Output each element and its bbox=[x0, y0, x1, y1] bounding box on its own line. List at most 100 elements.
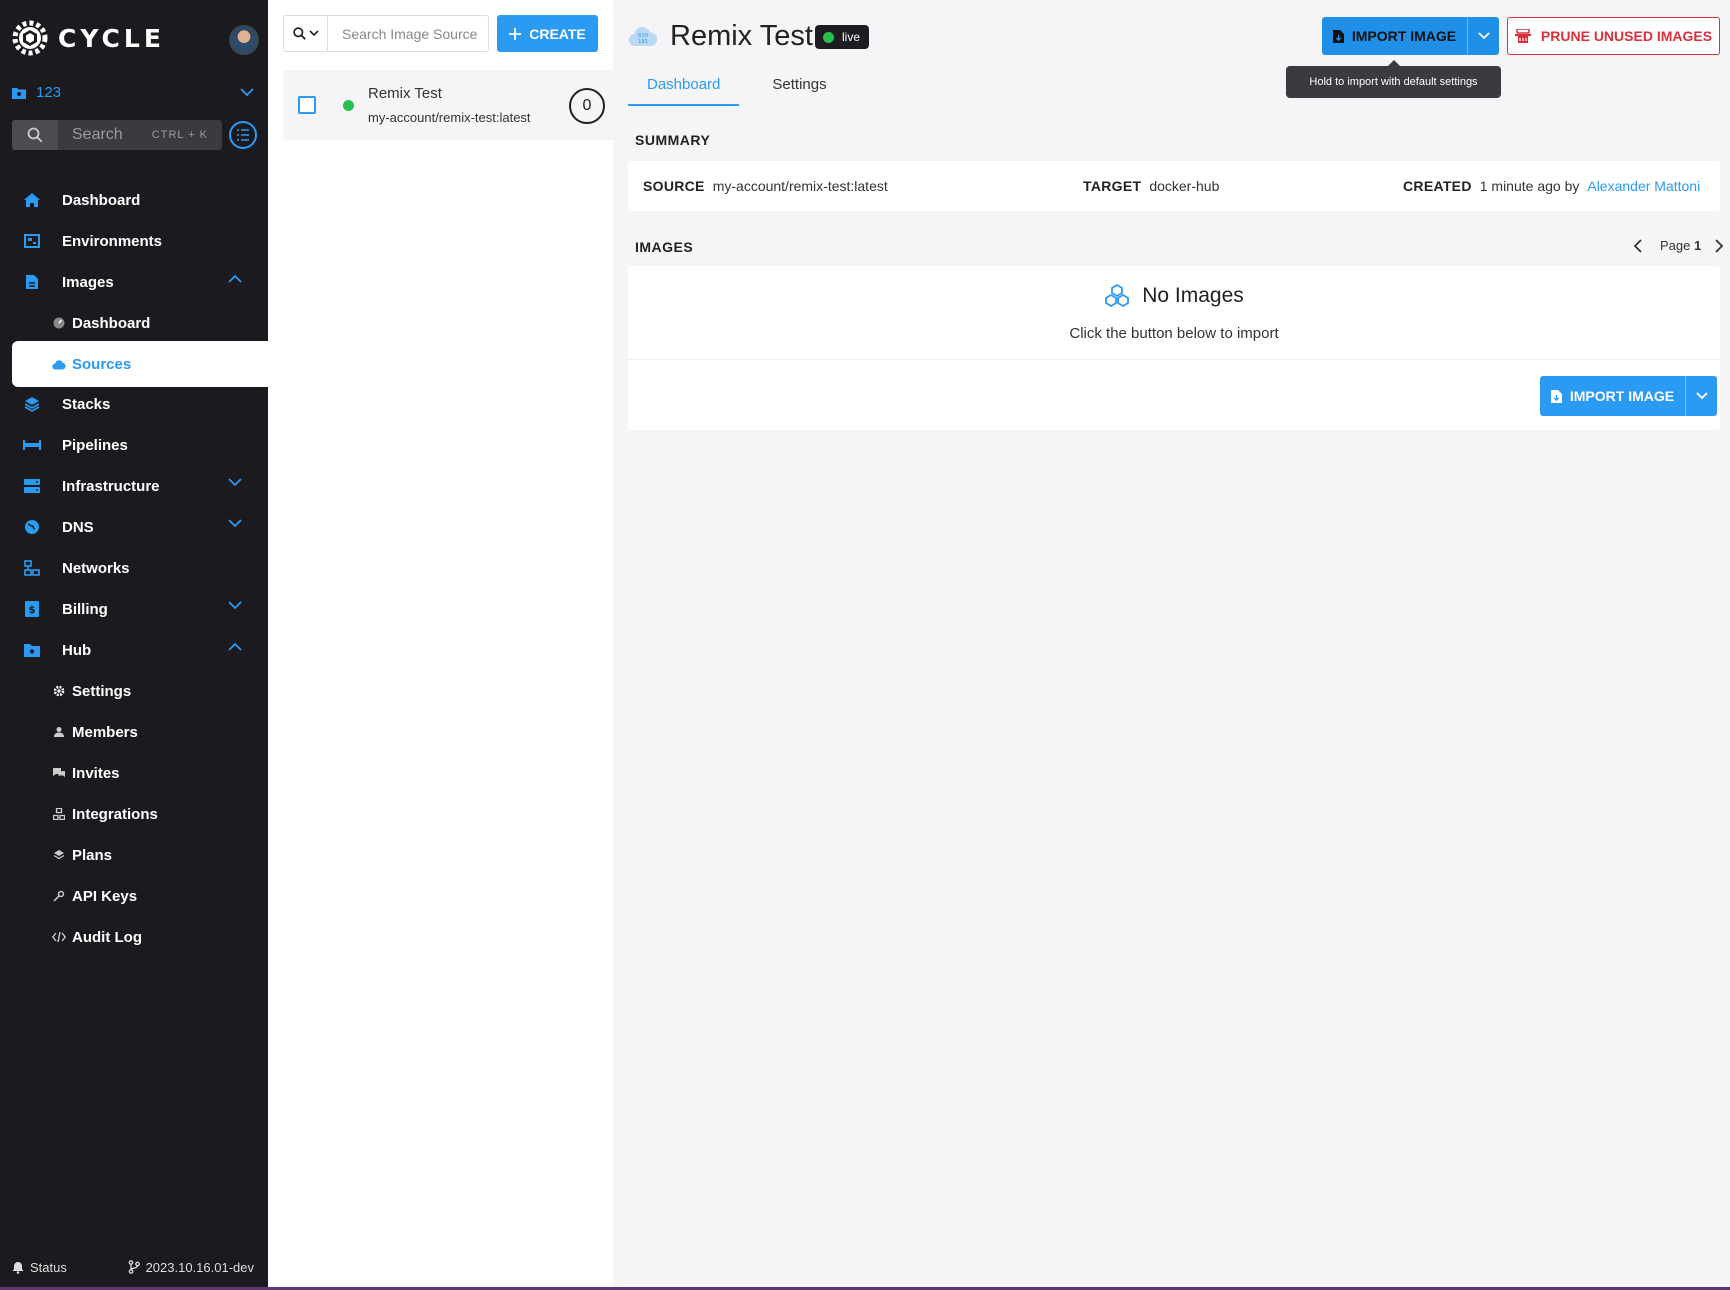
sidebar-item-label: Billing bbox=[62, 600, 108, 618]
sidebar-item-billing[interactable]: $ Billing bbox=[12, 587, 268, 631]
file-import-icon bbox=[1332, 29, 1344, 43]
cycle-logo-icon bbox=[12, 20, 48, 56]
import-image-label: IMPORT IMAGE bbox=[1351, 28, 1457, 44]
chevron-down-icon bbox=[308, 30, 319, 37]
sidebar-subitem-hub-settings[interactable]: Settings bbox=[12, 669, 268, 713]
integrations-icon bbox=[52, 807, 66, 821]
version-label: 2023.10.16.01-dev bbox=[145, 1259, 254, 1275]
network-icon bbox=[22, 558, 42, 578]
sidebar-subitem-label: Invites bbox=[72, 764, 120, 782]
chevron-up-icon[interactable] bbox=[228, 642, 242, 651]
sidebar-subitem-hub-api-keys[interactable]: API Keys bbox=[12, 874, 268, 918]
sidebar-item-networks[interactable]: Networks bbox=[12, 546, 268, 590]
status-link[interactable]: Status bbox=[12, 1260, 67, 1275]
sidebar-item-environments[interactable]: Environments bbox=[12, 219, 268, 263]
sidebar-subitem-hub-audit-log[interactable]: Audit Log bbox=[12, 915, 268, 959]
user-avatar[interactable] bbox=[229, 25, 259, 55]
import-image-button[interactable]: IMPORT IMAGE bbox=[1322, 17, 1467, 55]
sidebar-subitem-images-sources[interactable]: Sources bbox=[12, 341, 268, 387]
cloud-icon bbox=[52, 357, 66, 371]
layers-icon bbox=[52, 848, 66, 862]
keyboard-shortcut: CTRL + K bbox=[151, 129, 208, 141]
import-options-dropdown[interactable] bbox=[1467, 17, 1499, 55]
sidebar-subitem-label: Audit Log bbox=[72, 928, 142, 946]
gear-icon bbox=[52, 684, 66, 698]
folder-icon bbox=[12, 87, 26, 99]
sidebar-subitem-label: Dashboard bbox=[72, 314, 151, 332]
import-image-split-button: IMPORT IMAGE bbox=[1322, 17, 1499, 55]
list-item[interactable]: Remix Test my-account/remix-test:latest … bbox=[283, 70, 613, 140]
import-image-button-bottom[interactable]: IMPORT IMAGE bbox=[1540, 376, 1685, 416]
chevron-down-icon bbox=[240, 88, 254, 97]
sidebar-item-dashboard[interactable]: Dashboard bbox=[12, 178, 268, 222]
sidebar-item-hub[interactable]: Hub bbox=[12, 628, 268, 672]
server-icon bbox=[22, 476, 42, 496]
source-name: Remix Test bbox=[368, 85, 442, 102]
sidebar-subitem-hub-integrations[interactable]: Integrations bbox=[12, 792, 268, 836]
sidebar-item-label: Images bbox=[62, 273, 114, 291]
list-toolbar: CREATE bbox=[283, 15, 598, 52]
source-list-panel: CREATE Remix Test my-account/remix-test:… bbox=[268, 0, 613, 1287]
plus-icon bbox=[509, 27, 522, 40]
sidebar-item-stacks[interactable]: Stacks bbox=[12, 382, 268, 426]
chevron-down-icon bbox=[1695, 392, 1708, 400]
create-button[interactable]: CREATE bbox=[497, 15, 598, 52]
import-image-label: IMPORT IMAGE bbox=[1569, 388, 1675, 404]
sidebar-subitem-images-dashboard[interactable]: Dashboard bbox=[12, 301, 268, 345]
chevron-right-icon[interactable] bbox=[1715, 238, 1724, 253]
sidebar-item-infrastructure[interactable]: Infrastructure bbox=[12, 464, 268, 508]
tab-bar: Dashboard Settings bbox=[628, 72, 846, 106]
hub-selector[interactable]: 123 bbox=[12, 84, 254, 101]
brand-name: CYCLE bbox=[58, 23, 165, 53]
empty-state-subtitle: Click the button below to import bbox=[1069, 325, 1279, 342]
summary-created: CREATED 1 minute ago by Alexander Matton… bbox=[1403, 178, 1700, 194]
sidebar-subitem-label: Sources bbox=[72, 355, 132, 373]
sidebar-footer: Status 2023.10.16.01-dev bbox=[12, 1255, 254, 1279]
list-check-icon bbox=[237, 129, 249, 141]
tab-dashboard[interactable]: Dashboard bbox=[628, 72, 740, 106]
sidebar-item-label: Environments bbox=[62, 232, 163, 250]
summary-target-label: TARGET bbox=[1083, 178, 1142, 194]
sidebar-subitem-hub-invites[interactable]: Invites bbox=[12, 751, 268, 795]
hub-folder-icon bbox=[22, 640, 42, 660]
cubes-icon bbox=[1105, 284, 1130, 308]
chevron-down-icon[interactable] bbox=[228, 519, 242, 528]
tab-settings[interactable]: Settings bbox=[753, 72, 845, 106]
summary-source-value: my-account/remix-test:latest bbox=[712, 178, 888, 194]
page-title: Remix Test bbox=[670, 20, 813, 52]
prune-unused-images-button[interactable]: PRUNE UNUSED IMAGES bbox=[1507, 17, 1720, 55]
chevron-down-icon[interactable] bbox=[228, 601, 242, 610]
chevron-down-icon[interactable] bbox=[228, 478, 242, 487]
sidebar-item-images[interactable]: Images bbox=[12, 260, 268, 304]
sidebar-item-label: DNS bbox=[62, 518, 94, 536]
sidebar-item-dns[interactable]: DNS bbox=[12, 505, 268, 549]
empty-state-title: No Images bbox=[1142, 284, 1244, 307]
import-options-dropdown-bottom[interactable] bbox=[1685, 376, 1717, 416]
command-list-button[interactable] bbox=[229, 121, 257, 149]
image-source-search-input[interactable] bbox=[328, 15, 489, 52]
sidebar-item-label: Pipelines bbox=[62, 436, 128, 454]
globe-icon bbox=[22, 517, 42, 537]
images-heading: IMAGES bbox=[635, 239, 694, 255]
import-image-split-button-bottom: IMPORT IMAGE bbox=[1540, 376, 1717, 416]
page-indicator: Page 1 bbox=[1660, 238, 1701, 253]
sidebar-subitem-label: Members bbox=[72, 723, 138, 741]
summary-source-label: SOURCE bbox=[643, 178, 705, 194]
brand[interactable]: CYCLE bbox=[12, 20, 165, 56]
creator-link[interactable]: Alexander Mattoni bbox=[1587, 178, 1700, 194]
image-count-badge: 0 bbox=[569, 88, 605, 124]
create-label: CREATE bbox=[529, 25, 586, 42]
status-label: Status bbox=[30, 1259, 67, 1275]
search-filter-button[interactable] bbox=[283, 15, 328, 52]
sidebar-subitem-hub-plans[interactable]: Plans bbox=[12, 833, 268, 877]
sidebar-item-pipelines[interactable]: Pipelines bbox=[12, 423, 268, 467]
dollar-file-icon: $ bbox=[22, 599, 42, 619]
users-icon bbox=[52, 725, 66, 739]
search-icon bbox=[292, 27, 306, 40]
chevron-left-icon[interactable] bbox=[1633, 238, 1642, 253]
sidebar-search[interactable]: Search CTRL + K bbox=[12, 120, 222, 150]
select-checkbox[interactable] bbox=[298, 96, 316, 114]
chevron-up-icon[interactable] bbox=[228, 274, 242, 283]
sidebar-subitem-hub-members[interactable]: Members bbox=[12, 710, 268, 754]
sidebar-subitem-label: Plans bbox=[72, 846, 113, 864]
